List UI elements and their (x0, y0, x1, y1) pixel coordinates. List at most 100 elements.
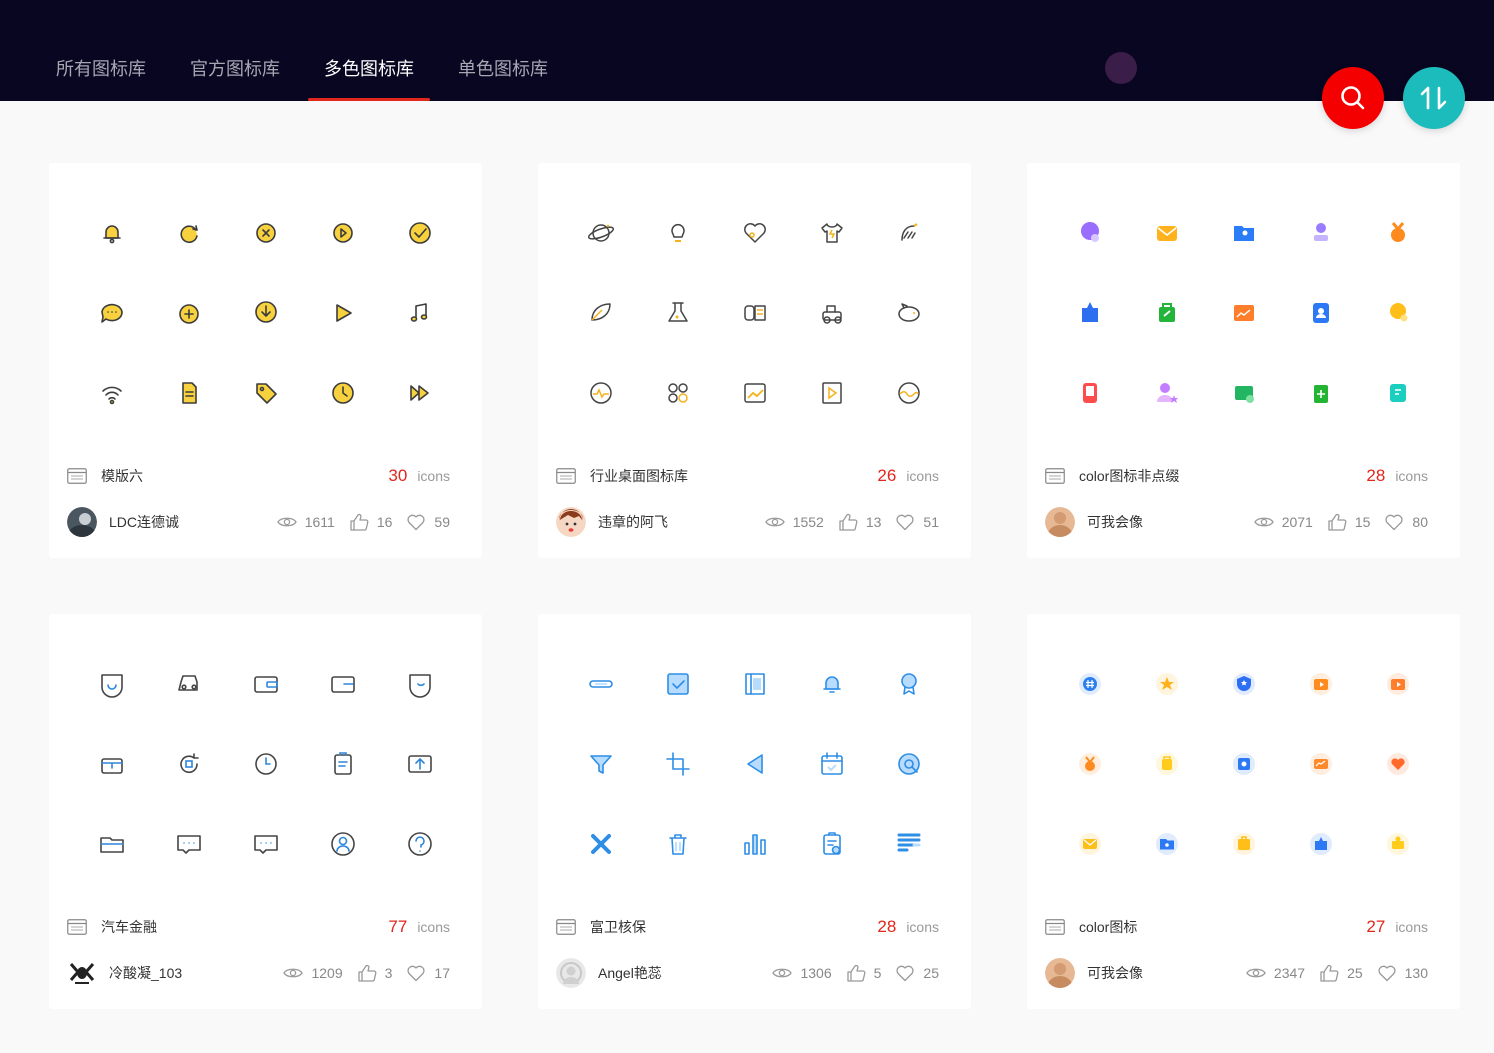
library-icon-preview[interactable] (150, 804, 227, 884)
author-name[interactable]: Angel艳蕊 (598, 963, 758, 983)
library-icon-preview[interactable] (870, 353, 947, 433)
sort-button[interactable] (1403, 67, 1465, 129)
library-icon-preview[interactable] (150, 273, 227, 353)
library-icon-preview[interactable] (870, 193, 947, 273)
heart-icon[interactable] (406, 513, 426, 531)
library-icon-preview[interactable] (1359, 804, 1436, 884)
library-icon-preview[interactable] (304, 193, 381, 273)
library-icon-preview[interactable] (1051, 193, 1128, 273)
library-icon-preview[interactable] (716, 804, 793, 884)
library-icon-preview[interactable] (716, 353, 793, 433)
heart-icon[interactable] (1377, 964, 1397, 982)
library-icon-preview[interactable] (716, 273, 793, 353)
library-icon-preview[interactable] (1051, 644, 1128, 724)
library-icon-preview[interactable] (639, 644, 716, 724)
library-name[interactable]: 行业桌面图标库 (590, 466, 877, 486)
library-icon-preview[interactable] (381, 804, 458, 884)
avatar[interactable] (67, 958, 97, 988)
library-icon-preview[interactable] (1282, 804, 1359, 884)
library-icon-preview[interactable] (381, 273, 458, 353)
library-icon-preview[interactable] (227, 193, 304, 273)
library-icon-preview[interactable] (639, 273, 716, 353)
library-icon-preview[interactable] (227, 724, 304, 804)
author-name[interactable]: 违章的阿飞 (598, 512, 751, 532)
library-icon-preview[interactable] (562, 273, 639, 353)
library-icon-preview[interactable] (1359, 273, 1436, 353)
search-button[interactable] (1322, 67, 1384, 129)
library-icon-preview[interactable] (1282, 724, 1359, 804)
heart-icon[interactable] (1384, 513, 1404, 531)
avatar[interactable] (1045, 958, 1075, 988)
avatar[interactable] (1045, 507, 1075, 537)
library-icon-preview[interactable] (562, 353, 639, 433)
author-name[interactable]: 可我会像 (1087, 963, 1232, 983)
library-icon-preview[interactable] (793, 273, 870, 353)
library-icon-preview[interactable] (870, 804, 947, 884)
library-icon-preview[interactable] (1051, 804, 1128, 884)
library-name[interactable]: 汽车金融 (101, 917, 388, 937)
library-icon-preview[interactable] (716, 644, 793, 724)
thumbs-up-icon[interactable] (1319, 964, 1339, 982)
library-icon-preview[interactable] (304, 644, 381, 724)
library-icon-preview[interactable] (562, 193, 639, 273)
avatar[interactable] (556, 958, 586, 988)
library-icon-preview[interactable] (73, 644, 150, 724)
library-icon-preview[interactable] (639, 724, 716, 804)
library-icon-preview[interactable] (150, 644, 227, 724)
tab-multicolor-libraries[interactable]: 多色图标库 (308, 48, 430, 101)
tab-monochrome-libraries[interactable]: 单色图标库 (442, 48, 564, 101)
thumbs-up-icon[interactable] (349, 513, 369, 531)
library-card-color-non-decor[interactable]: color图标非点缀 28 icons 可我会像 2071 15 80 (1027, 163, 1460, 558)
library-icon-preview[interactable] (73, 273, 150, 353)
thumbs-up-icon[interactable] (846, 964, 866, 982)
library-icon-preview[interactable] (1359, 193, 1436, 273)
library-icon-preview[interactable] (381, 353, 458, 433)
library-icon-preview[interactable] (1128, 644, 1205, 724)
library-icon-preview[interactable] (793, 353, 870, 433)
library-card-color-icons[interactable]: color图标 27 icons 可我会像 2347 25 130 (1027, 614, 1460, 1009)
library-icon-preview[interactable] (304, 724, 381, 804)
library-icon-preview[interactable] (870, 644, 947, 724)
library-icon-preview[interactable] (227, 804, 304, 884)
thumbs-up-icon[interactable] (357, 964, 377, 982)
library-icon-preview[interactable] (381, 644, 458, 724)
library-icon-preview[interactable] (562, 644, 639, 724)
library-icon-preview[interactable] (1205, 273, 1282, 353)
library-icon-preview[interactable] (227, 353, 304, 433)
library-icon-preview[interactable] (870, 273, 947, 353)
library-icon-preview[interactable] (716, 724, 793, 804)
library-icon-preview[interactable] (150, 193, 227, 273)
heart-icon[interactable] (406, 964, 426, 982)
library-icon-preview[interactable] (716, 193, 793, 273)
library-icon-preview[interactable] (1128, 193, 1205, 273)
author-name[interactable]: 冷酸凝_103 (109, 963, 269, 983)
library-icon-preview[interactable] (1359, 724, 1436, 804)
library-icon-preview[interactable] (1282, 273, 1359, 353)
library-icon-preview[interactable] (1282, 353, 1359, 433)
library-icon-preview[interactable] (73, 353, 150, 433)
library-icon-preview[interactable] (562, 804, 639, 884)
library-icon-preview[interactable] (304, 353, 381, 433)
library-icon-preview[interactable] (793, 193, 870, 273)
library-icon-preview[interactable] (1282, 193, 1359, 273)
avatar[interactable] (67, 507, 97, 537)
thumbs-up-icon[interactable] (838, 513, 858, 531)
library-icon-preview[interactable] (1205, 804, 1282, 884)
library-icon-preview[interactable] (1128, 273, 1205, 353)
library-name[interactable]: color图标 (1079, 917, 1366, 937)
tab-all-libraries[interactable]: 所有图标库 (40, 48, 162, 101)
author-name[interactable]: LDC连德诚 (109, 512, 263, 532)
library-icon-preview[interactable] (793, 724, 870, 804)
library-icon-preview[interactable] (1359, 644, 1436, 724)
library-icon-preview[interactable] (793, 644, 870, 724)
tab-official-libraries[interactable]: 官方图标库 (174, 48, 296, 101)
author-name[interactable]: 可我会像 (1087, 512, 1240, 532)
library-icon-preview[interactable] (1205, 644, 1282, 724)
library-icon-preview[interactable] (150, 724, 227, 804)
library-icon-preview[interactable] (227, 644, 304, 724)
library-icon-preview[interactable] (1128, 724, 1205, 804)
library-icon-preview[interactable] (1359, 353, 1436, 433)
heart-icon[interactable] (895, 513, 915, 531)
library-icon-preview[interactable] (1205, 353, 1282, 433)
thumbs-up-icon[interactable] (1327, 513, 1347, 531)
